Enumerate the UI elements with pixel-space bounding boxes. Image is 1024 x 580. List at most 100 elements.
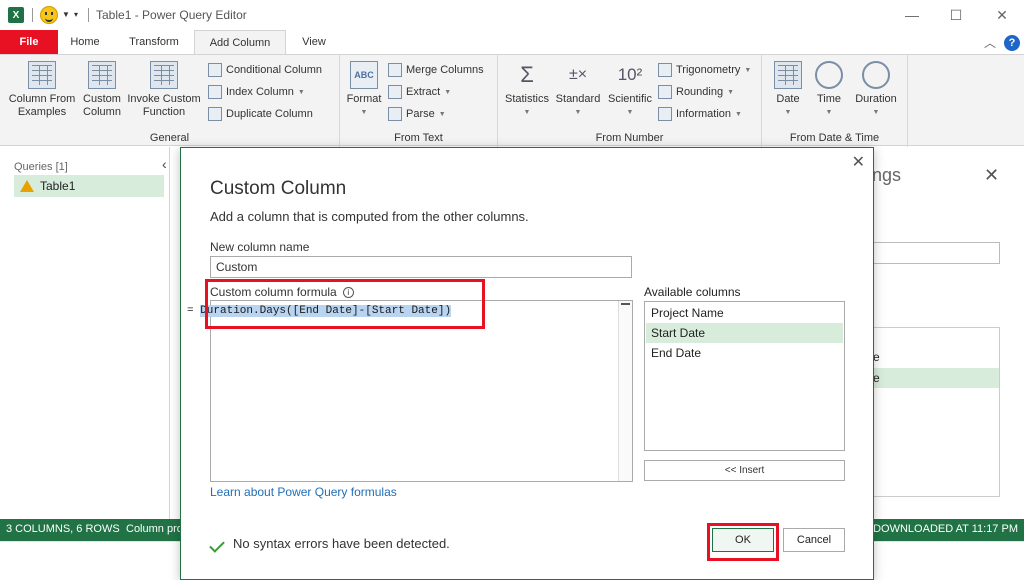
available-columns-label: Available columns — [644, 285, 741, 299]
highlight-box-ok — [707, 523, 779, 561]
conditional-column-label: Conditional Column — [226, 64, 322, 76]
chevron-down-icon[interactable]: ▼ — [62, 10, 70, 19]
status-column-profiling: Column pro — [126, 523, 183, 535]
minimize-icon[interactable]: — — [898, 4, 926, 26]
standard-label: Standard — [555, 93, 601, 105]
parse-button[interactable]: Parse ▼ — [388, 107, 446, 121]
sigma-icon: Σ — [520, 62, 534, 87]
queries-pane: Queries [1] ‹ Table1 — [0, 147, 170, 519]
scientific-button[interactable]: 10² Scientific ▼ — [606, 61, 654, 119]
chevron-down-icon: ▼ — [744, 66, 752, 74]
new-column-name-input[interactable] — [210, 256, 632, 278]
chevron-down-icon: ▼ — [297, 88, 305, 96]
column-from-examples-button[interactable]: Column From Examples — [6, 61, 78, 119]
query-name-input[interactable] — [872, 242, 1000, 264]
stopwatch-icon — [862, 61, 890, 89]
duration-label: Duration — [855, 93, 897, 105]
checkmark-icon — [209, 537, 225, 553]
close-window-icon[interactable]: ✕ — [988, 4, 1016, 26]
smiley-feedback-icon[interactable] — [40, 6, 58, 24]
applied-step-item[interactable]: e — [873, 368, 999, 388]
index-column-label: Index Column — [226, 86, 294, 98]
close-icon[interactable]: ✕ — [852, 152, 865, 172]
available-columns-list: Project Name Start Date End Date — [644, 301, 845, 451]
chevron-left-icon[interactable]: ‹ — [162, 156, 167, 172]
tab-add-column[interactable]: Add Column — [194, 30, 286, 55]
group-label-general: General — [149, 132, 190, 144]
formula-prefix: = — [187, 305, 201, 317]
collapse-ribbon-icon[interactable]: ︿ — [984, 34, 996, 51]
chevron-down-icon: ▼ — [735, 110, 742, 118]
ribbon-group-from-text: ABC Format ▼ Merge Columns Extract ▼ Par… — [340, 55, 498, 147]
standard-button[interactable]: ±× Standard ▼ — [554, 61, 602, 119]
help-icon[interactable]: ? — [1004, 34, 1020, 51]
group-label-from-date-time: From Date & Time — [789, 132, 880, 144]
parse-icon — [388, 107, 402, 121]
ribbon-right-controls: ︿ ? — [984, 34, 1020, 51]
time-button[interactable]: Time ▼ — [812, 61, 846, 119]
query-name: Table1 — [40, 179, 76, 193]
exponent-icon: 10² — [617, 65, 643, 84]
index-column-button[interactable]: Index Column ▼ — [208, 85, 305, 99]
list-item[interactable]: Project Name — [646, 303, 843, 323]
extract-label: Extract — [406, 86, 441, 98]
query-item[interactable]: Table1 — [14, 175, 164, 197]
rounding-label: Rounding — [676, 86, 724, 98]
quick-access-customize-icon[interactable]: ▾ — [74, 10, 78, 19]
applied-step-item[interactable]: e — [873, 350, 880, 364]
format-text-icon: ABC — [350, 61, 378, 89]
formula-scrollbar[interactable] — [618, 301, 632, 481]
duplicate-column-button[interactable]: Duplicate Column — [208, 107, 313, 121]
trigonometry-button[interactable]: Trigonometry ▼ — [658, 63, 751, 77]
statistics-button[interactable]: Σ Statistics ▼ — [504, 61, 550, 119]
date-label: Date — [776, 93, 800, 105]
duplicate-column-icon — [208, 107, 222, 121]
tab-transform[interactable]: Transform — [118, 30, 190, 54]
ribbon-group-from-date-time: Date ▼ Time ▼ Duration ▼ From Date & Tim… — [762, 55, 908, 147]
clock-icon — [815, 61, 843, 89]
invoke-custom-function-button[interactable]: Invoke Custom Function — [124, 61, 204, 119]
rounding-button[interactable]: Rounding ▼ — [658, 85, 734, 99]
queries-label: Queries [1] — [14, 161, 68, 173]
invoke-custom-function-label: Invoke Custom Function — [127, 93, 201, 118]
parse-label: Parse — [406, 108, 435, 120]
close-icon[interactable]: ✕ — [984, 165, 999, 186]
merge-columns-button[interactable]: Merge Columns — [388, 63, 484, 77]
chevron-down-icon: ▼ — [872, 109, 880, 116]
trigonometry-label: Trigonometry — [676, 64, 741, 76]
information-icon — [658, 107, 672, 121]
list-item[interactable]: End Date — [646, 343, 843, 363]
list-item[interactable]: Start Date — [646, 323, 843, 343]
custom-column-button[interactable]: Custom Column — [80, 61, 124, 119]
duration-button[interactable]: Duration ▼ — [850, 61, 902, 119]
applied-steps-list: e e — [872, 327, 1000, 497]
dialog-title: Custom Column — [210, 178, 347, 199]
custom-column-icon — [88, 61, 116, 89]
tab-file[interactable]: File — [0, 30, 58, 54]
query-settings-title: ngs — [872, 165, 902, 185]
chevron-down-icon: ▼ — [574, 109, 582, 116]
maximize-icon[interactable]: ☐ — [942, 4, 970, 26]
chevron-down-icon: ▼ — [784, 109, 792, 116]
scientific-label: Scientific — [607, 93, 653, 105]
insert-button[interactable]: << Insert — [644, 460, 845, 481]
ribbon-tabs: File Home Transform Add Column View — [0, 30, 1024, 55]
chevron-down-icon: ▼ — [360, 109, 368, 116]
highlight-box-formula — [205, 279, 485, 329]
date-button[interactable]: Date ▼ — [770, 61, 806, 119]
arithmetic-icon: ±× — [568, 66, 588, 83]
learn-formulas-link[interactable]: Learn about Power Query formulas — [210, 485, 397, 499]
conditional-column-button[interactable]: Conditional Column — [208, 63, 322, 77]
title-separator — [32, 8, 33, 22]
format-button[interactable]: ABC Format ▼ — [346, 61, 382, 119]
dialog-description: Add a column that is computed from the o… — [210, 209, 529, 224]
information-button[interactable]: Information ▼ — [658, 107, 742, 121]
cancel-button[interactable]: Cancel — [783, 528, 845, 552]
custom-column-label: Custom Column — [83, 93, 121, 118]
table-icon — [28, 61, 56, 89]
tab-home[interactable]: Home — [60, 30, 110, 54]
time-label: Time — [816, 93, 842, 105]
tab-view[interactable]: View — [292, 30, 336, 54]
chevron-down-icon: ▼ — [626, 109, 634, 116]
extract-button[interactable]: Extract ▼ — [388, 85, 451, 99]
